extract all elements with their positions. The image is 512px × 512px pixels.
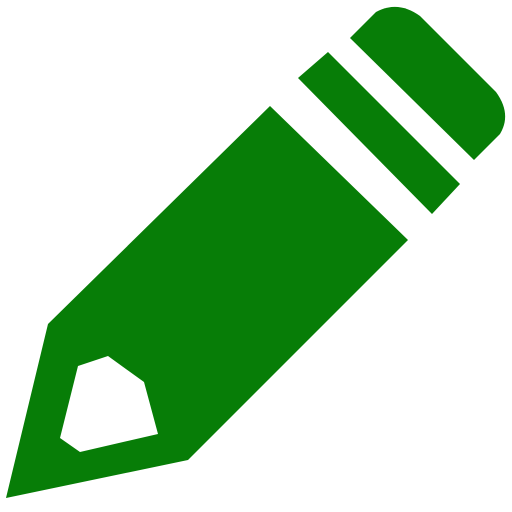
pencil-body	[6, 106, 408, 498]
pencil-icon	[6, 6, 506, 498]
icon-canvas	[0, 0, 512, 512]
